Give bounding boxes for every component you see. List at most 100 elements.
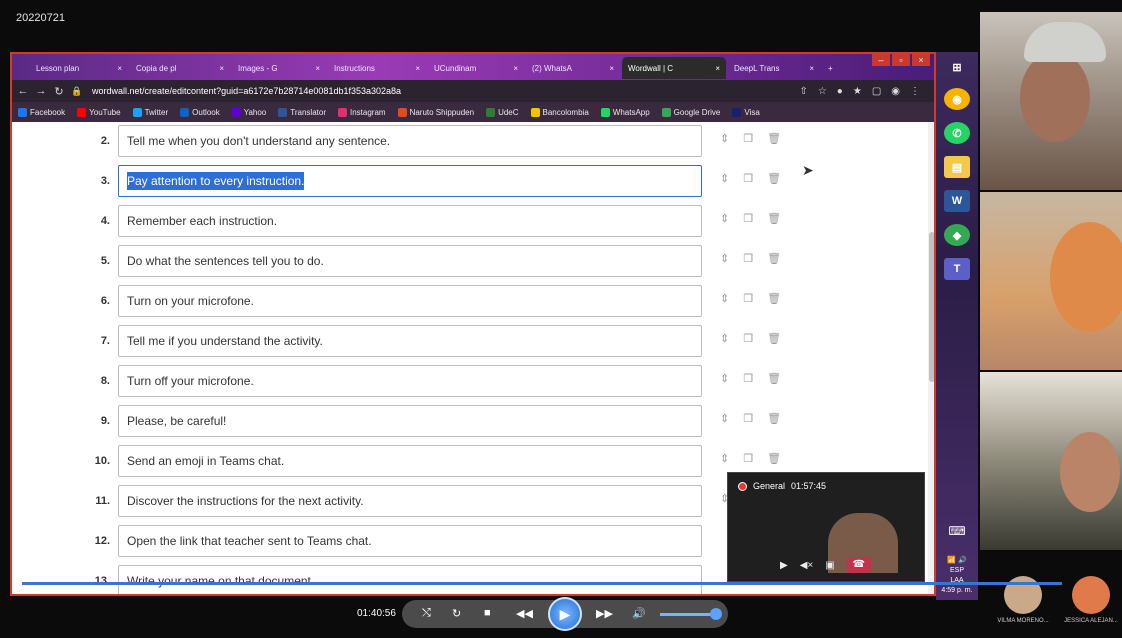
bookmark-yahoo[interactable]: Yahoo: [231, 107, 266, 117]
chrome-icon[interactable]: ◉: [944, 88, 970, 110]
close-icon[interactable]: ×: [309, 64, 320, 73]
item-input[interactable]: Pay attention to every instruction.: [118, 165, 702, 197]
keyboard-icon[interactable]: ⌨: [936, 525, 978, 537]
bookmark-bancolombia[interactable]: Bancolombia: [530, 107, 589, 117]
reorder-icon[interactable]: ⇕: [720, 132, 729, 145]
previous-icon[interactable]: ◀◀: [516, 607, 533, 620]
item-input[interactable]: Send an emoji in Teams chat.: [118, 445, 702, 477]
stop-icon[interactable]: ■: [484, 607, 491, 619]
copy-icon[interactable]: ❐: [743, 412, 753, 425]
maximize-icon[interactable]: ▫: [892, 54, 910, 66]
item-input[interactable]: Open the link that teacher sent to Teams…: [118, 525, 702, 557]
back-icon[interactable]: ←: [16, 85, 30, 97]
mute-icon[interactable]: ◀×: [800, 560, 814, 571]
bookmark-visa[interactable]: Visa: [732, 107, 760, 117]
trash-icon[interactable]: 🗑: [767, 132, 781, 145]
trash-icon[interactable]: 🗑: [767, 172, 781, 185]
item-input[interactable]: Tell me when you don't understand any se…: [118, 125, 702, 157]
trash-icon[interactable]: 🗑: [767, 372, 781, 385]
reload-icon[interactable]: ↻: [52, 85, 66, 98]
copy-icon[interactable]: ❐: [743, 372, 753, 385]
menu-icon[interactable]: ⋮: [910, 86, 920, 97]
seek-bar[interactable]: [22, 582, 1062, 585]
bookmark-google-drive[interactable]: Google Drive: [661, 107, 720, 117]
tab-instructions[interactable]: Instructions ×: [328, 57, 426, 79]
bookmark-whatsapp[interactable]: WhatsApp: [600, 107, 650, 117]
copy-icon[interactable]: ❐: [743, 212, 753, 225]
share-screen-icon[interactable]: ▣: [825, 560, 834, 571]
reorder-icon[interactable]: ⇕: [720, 252, 729, 265]
next-icon[interactable]: ▶▶: [596, 607, 613, 620]
bookmark-instagram[interactable]: Instagram: [337, 107, 386, 117]
bookmark-translator[interactable]: Translator: [278, 107, 326, 117]
profile-icon[interactable]: ◉: [891, 86, 900, 97]
volume-knob[interactable]: [710, 608, 722, 620]
tab-copia[interactable]: Copia de pl ×: [130, 57, 230, 79]
scrollbar-thumb[interactable]: [929, 232, 934, 382]
hang-up-button[interactable]: ☎: [846, 557, 871, 573]
close-icon[interactable]: ×: [409, 64, 420, 73]
sidebar-icon[interactable]: ▢: [872, 86, 881, 97]
trash-icon[interactable]: 🗑: [767, 452, 781, 465]
word-icon[interactable]: W: [944, 190, 970, 212]
trash-icon[interactable]: 🗑: [767, 252, 781, 265]
item-input[interactable]: Discover the instructions for the next a…: [118, 485, 702, 517]
language-indicator[interactable]: ESP: [936, 566, 978, 576]
reorder-icon[interactable]: ⇕: [720, 292, 729, 305]
tab-lesson-plan[interactable]: Lesson plan ×: [30, 57, 128, 79]
item-input[interactable]: Turn off your microfone.: [118, 365, 702, 397]
selected-text[interactable]: Pay attention to every instruction.: [127, 172, 305, 190]
windows-start-icon[interactable]: ⊞: [944, 56, 970, 78]
close-icon[interactable]: ×: [709, 64, 720, 73]
bookmark-outlook[interactable]: Outlook: [180, 107, 220, 117]
maps-icon[interactable]: ◆: [944, 224, 970, 246]
reorder-icon[interactable]: ⇕: [720, 412, 729, 425]
copy-icon[interactable]: ❐: [743, 292, 753, 305]
puzzle-icon[interactable]: ★: [853, 86, 862, 97]
item-input[interactable]: Tell me if you understand the activity.: [118, 325, 702, 357]
trash-icon[interactable]: 🗑: [767, 332, 781, 345]
scrollbar[interactable]: [928, 122, 934, 594]
reorder-icon[interactable]: ⇕: [720, 452, 729, 465]
whatsapp-icon[interactable]: ✆: [944, 122, 970, 144]
file-explorer-icon[interactable]: ▤: [944, 156, 970, 178]
item-input[interactable]: Please, be careful!: [118, 405, 702, 437]
bookmark-facebook[interactable]: Facebook: [18, 107, 65, 117]
close-icon[interactable]: ×: [111, 64, 122, 73]
copy-icon[interactable]: ❐: [743, 252, 753, 265]
bookmark-twitter[interactable]: Twitter: [132, 107, 168, 117]
tab-wordwall[interactable]: Wordwall | C ×: [622, 57, 726, 79]
repeat-icon[interactable]: ↻: [452, 607, 461, 620]
tab-deepl[interactable]: DeepL Trans ×: [728, 57, 820, 79]
copy-icon[interactable]: ❐: [743, 452, 753, 465]
forward-icon[interactable]: →: [34, 85, 48, 97]
reorder-icon[interactable]: ⇕: [720, 212, 729, 225]
star-icon[interactable]: ☆: [818, 86, 827, 97]
tab-images[interactable]: Images - G ×: [232, 57, 326, 79]
network-icon[interactable]: 📶 🔊: [936, 556, 978, 566]
trash-icon[interactable]: 🗑: [767, 412, 781, 425]
volume-slider[interactable]: [660, 613, 714, 616]
play-button[interactable]: ▶: [548, 597, 582, 631]
camera-off-icon[interactable]: ▶︎: [780, 560, 788, 571]
reorder-icon[interactable]: ⇕: [720, 332, 729, 345]
tab-ucundinam[interactable]: UCundinam ×: [428, 57, 524, 79]
volume-icon[interactable]: 🔊: [632, 607, 646, 620]
close-window-icon[interactable]: ×: [912, 54, 930, 66]
url-field[interactable]: wordwall.net/create/editcontent?guid=a61…: [92, 86, 401, 96]
bookmark-youtube[interactable]: YouTube: [77, 107, 121, 117]
close-icon[interactable]: ×: [603, 64, 614, 73]
item-input[interactable]: Remember each instruction.: [118, 205, 702, 237]
extension-icon[interactable]: ●: [837, 86, 843, 97]
bookmark-udec[interactable]: UdeC: [486, 107, 519, 117]
trash-icon[interactable]: 🗑: [767, 292, 781, 305]
close-icon[interactable]: ×: [803, 64, 814, 73]
copy-icon[interactable]: ❐: [743, 132, 753, 145]
close-icon[interactable]: ×: [507, 64, 518, 73]
item-input[interactable]: Do what the sentences tell you to do.: [118, 245, 702, 277]
trash-icon[interactable]: 🗑: [767, 212, 781, 225]
copy-icon[interactable]: ❐: [743, 332, 753, 345]
shuffle-icon[interactable]: ⤭: [422, 607, 431, 620]
minimize-icon[interactable]: –: [872, 54, 890, 66]
share-icon[interactable]: ⇧: [799, 86, 807, 97]
